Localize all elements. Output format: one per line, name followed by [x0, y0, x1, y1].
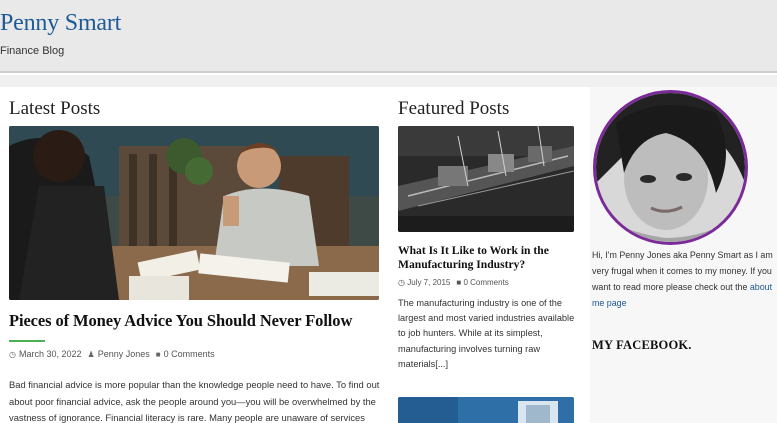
featured-post-thumbnail[interactable] — [398, 126, 574, 232]
post-date-text: March 30, 2022 — [18, 349, 82, 359]
author-bio: Hi, I'm Penny Jones aka Penny Smart as I… — [592, 247, 774, 311]
latest-post-excerpt: Bad financial advice is more popular tha… — [9, 379, 380, 423]
clock-icon: ◷ — [398, 278, 405, 287]
featured-post-thumbnail-2[interactable] — [398, 397, 574, 423]
comment-icon: ■ — [456, 278, 462, 287]
site-header: Penny Smart Finance Blog — [0, 0, 777, 73]
post-comments-text: 0 Comments — [163, 349, 215, 359]
featured-post-comments-text: 0 Comments — [463, 278, 509, 287]
site-tagline: Finance Blog — [0, 45, 65, 57]
featured-post-comments[interactable]: ■ 0 Comments — [456, 278, 508, 287]
title-underline — [9, 340, 45, 342]
featured-post-title[interactable]: What Is It Like to Work in the Manufactu… — [398, 244, 578, 272]
latest-post-title[interactable]: Pieces of Money Advice You Should Never … — [9, 311, 389, 331]
featured-post-meta: ◷ July 7, 2015 ■ 0 Comments — [398, 278, 509, 287]
post-date[interactable]: ◷ March 30, 2022 — [9, 349, 82, 359]
avatar-photo — [596, 93, 745, 242]
featured-post-date[interactable]: ◷ July 7, 2015 — [398, 278, 450, 287]
featured-post-excerpt: The manufacturing industry is one of the… — [398, 298, 575, 369]
latest-post-image — [9, 126, 379, 300]
user-icon: ♟ — [87, 349, 95, 359]
post-author[interactable]: ♟ Penny Jones — [88, 349, 150, 359]
header-spacer — [0, 75, 777, 87]
latest-post-meta: ◷ March 30, 2022 ♟ Penny Jones ■ 0 Comme… — [9, 349, 215, 359]
author-bio-text: Hi, I'm Penny Jones aka Penny Smart as I… — [592, 250, 773, 292]
latest-posts-heading: Latest Posts — [9, 98, 101, 119]
clock-icon: ◷ — [9, 349, 16, 359]
site-title-link[interactable]: Penny Smart — [0, 10, 121, 37]
author-avatar — [593, 90, 748, 245]
comment-icon: ■ — [155, 349, 161, 359]
post-comments[interactable]: ■ 0 Comments — [156, 349, 215, 359]
latest-post-thumbnail[interactable] — [9, 126, 379, 300]
featured-post-image-2 — [398, 397, 574, 423]
featured-posts-heading: Featured Posts — [398, 98, 510, 119]
featured-post-date-text: July 7, 2015 — [407, 278, 451, 287]
facebook-heading: MY FACEBOOK. — [592, 338, 692, 352]
featured-post-image — [398, 126, 574, 232]
post-author-text: Penny Jones — [97, 349, 150, 359]
